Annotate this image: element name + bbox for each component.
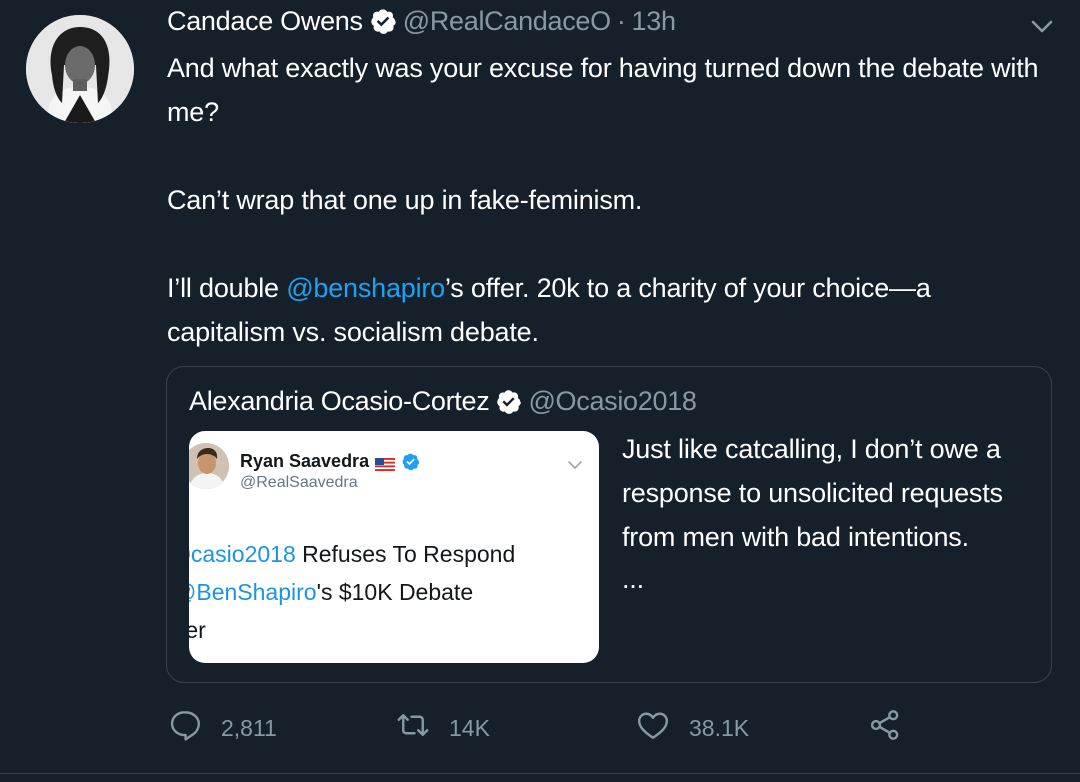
verified-badge-icon: [401, 452, 420, 471]
like-count: 38.1K: [689, 714, 750, 741]
verified-badge-icon: [369, 7, 397, 35]
media-mention: Ocasio2018: [189, 541, 296, 567]
divider: [0, 773, 1080, 774]
reply-icon: [167, 707, 203, 749]
quoted-tweet-header: Alexandria Ocasio-Cortez @Ocasio2018: [189, 384, 697, 418]
tweet-text-line: I’ll double @benshapiro’s offer. 20k to …: [167, 266, 1047, 354]
author-avatar[interactable]: [26, 15, 134, 123]
media-mention: @BenShapiro: [189, 579, 317, 605]
reply-count: 2,811: [221, 714, 277, 741]
us-flag-icon: [375, 455, 396, 471]
media-text-line: @BenShapiro's $10K Debate: [189, 573, 593, 611]
media-author-name-text: Ryan Saavedra: [240, 451, 370, 471]
reply-button[interactable]: 2,811: [167, 708, 277, 748]
media-author-handle: @RealSaavedra: [240, 474, 358, 491]
author-name[interactable]: Candace Owens: [167, 6, 363, 37]
heart-icon: [635, 707, 671, 749]
quoted-author-name: Alexandria Ocasio-Cortez: [189, 385, 490, 416]
quoted-tweet-text: Just like catcalling, I don’t owe a resp…: [622, 427, 1022, 599]
retweet-button[interactable]: 14K: [395, 708, 490, 748]
separator-dot: ·: [616, 5, 626, 36]
share-icon: [867, 707, 903, 749]
tweet-text-segment: I’ll double: [167, 273, 287, 303]
mention-link[interactable]: @benshapiro: [286, 273, 445, 303]
tweet-text-line: Can’t wrap that one up in fake-feminism.: [167, 185, 643, 215]
share-button[interactable]: [867, 708, 903, 748]
tweet-text-line: And what exactly was your excuse for hav…: [167, 53, 1039, 127]
media-avatar: [189, 443, 229, 489]
tweet-actions: 2,811 14K 38.1K: [167, 708, 1047, 748]
media-author-name: Ryan Saavedra: [240, 451, 420, 472]
chevron-down-icon: [567, 457, 583, 473]
media-text-line: Ocasio2018 Refuses To Respond: [189, 535, 593, 573]
verified-badge-icon: [495, 388, 522, 415]
quoted-text-body: Just like catcalling, I don’t owe a resp…: [622, 434, 1003, 552]
media-text-segment: Refuses To Respond: [295, 541, 516, 567]
quoted-author-handle: @Ocasio2018: [528, 385, 697, 416]
tweet-text: And what exactly was your excuse for hav…: [167, 46, 1047, 354]
like-button[interactable]: 38.1K: [635, 708, 749, 748]
author-handle[interactable]: @RealCandaceO: [403, 6, 611, 37]
tweet-timestamp[interactable]: 13h: [632, 6, 676, 37]
retweet-icon: [395, 707, 431, 749]
quoted-media-image[interactable]: Ryan Saavedra @RealSaavedra Ocasio2018 R…: [189, 431, 599, 663]
media-tweet-text: Ocasio2018 Refuses To Respond @BenShapir…: [189, 535, 593, 649]
tweet-header: Candace Owens @RealCandaceO · 13h: [167, 4, 676, 38]
media-text-line: ffer: [189, 617, 206, 643]
chevron-down-icon[interactable]: [1030, 14, 1054, 38]
media-text-segment: 's $10K Debate: [316, 579, 474, 605]
quoted-tweet-card[interactable]: Alexandria Ocasio-Cortez @Ocasio2018 Rya…: [166, 366, 1052, 683]
retweet-count: 14K: [449, 714, 490, 741]
quoted-text-ellipsis: ...: [622, 564, 644, 594]
